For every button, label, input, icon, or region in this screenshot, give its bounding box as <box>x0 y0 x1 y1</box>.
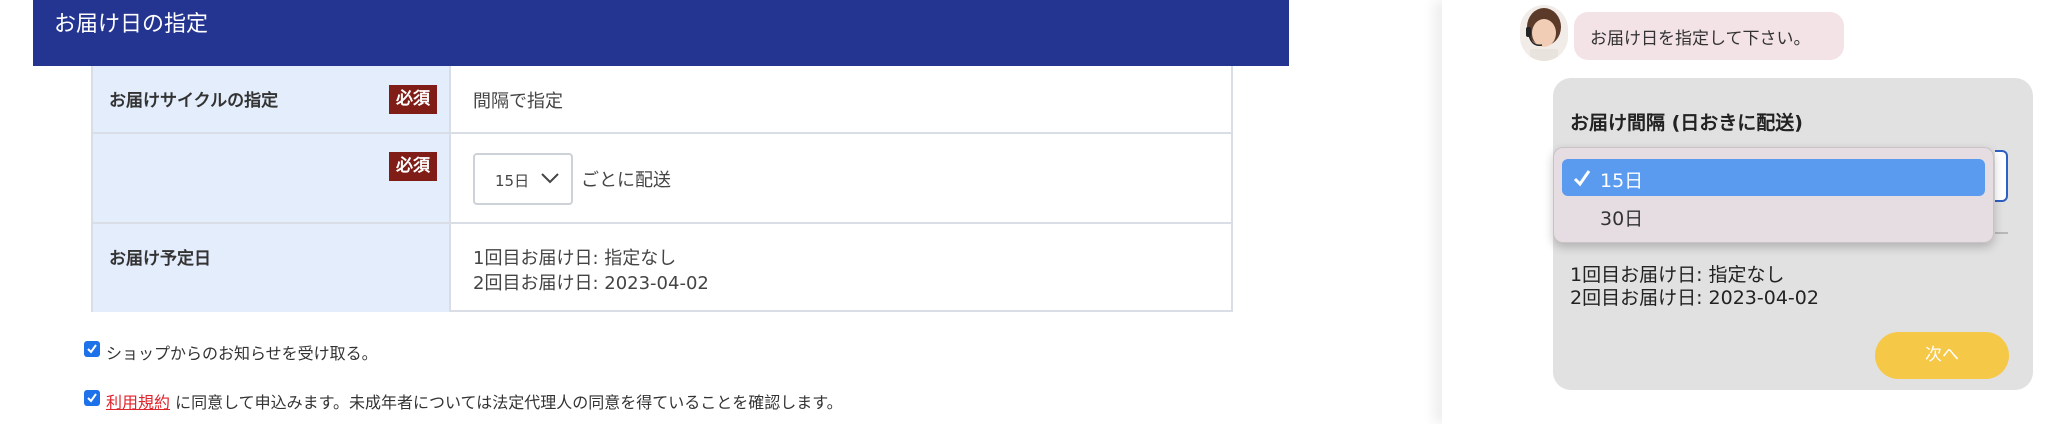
card-schedule-line-2: 2回目お届け日: 2023-04-02 <box>1570 287 1819 309</box>
schedule-label-cell: お届け予定日 <box>93 224 451 312</box>
interval-select-value: 15日 <box>495 172 530 190</box>
terms-line: 利用規約 に同意して申込みます。未成年者については法定代理人の同意を得ていること… <box>106 389 843 413</box>
bot-message-bubble: お届け日を指定して下さい。 <box>1574 12 1844 60</box>
newsletter-checkbox[interactable] <box>84 341 100 357</box>
interval-suffix: ごとに配送 <box>581 170 671 191</box>
schedule-line-1: 1回目お届け日: 指定なし <box>473 248 677 269</box>
interval-label-cell: 必須 <box>93 134 451 222</box>
chevron-down-icon <box>541 173 559 184</box>
schedule-row: お届け予定日 1回目お届け日: 指定なし 2回目お届け日: 2023-04-02 <box>93 224 1231 312</box>
checkbox-checked-icon <box>87 393 97 403</box>
required-badge: 必須 <box>389 152 437 181</box>
cycle-row: お届けサイクルの指定 必須 間隔で指定 <box>93 66 1231 134</box>
cycle-value: 間隔で指定 <box>473 91 563 112</box>
avatar-image <box>1520 5 1568 61</box>
select-underline <box>1995 232 2008 234</box>
schedule-label: お届け予定日 <box>109 249 211 269</box>
checkbox-checked-icon <box>87 344 97 354</box>
dropdown-option-15[interactable]: 15日 <box>1562 159 1985 196</box>
avatar <box>1520 5 1568 61</box>
section-title: お届け日の指定 <box>54 12 209 37</box>
delivery-form-table: お届けサイクルの指定 必須 間隔で指定 必須 15日 ごとに配送 お届け予定日 … <box>91 66 1233 312</box>
terms-text: に同意して申込みます。未成年者については法定代理人の同意を得ていることを確認しま… <box>170 393 843 412</box>
checkmark-icon <box>1573 170 1591 187</box>
option-label: 15日 <box>1600 170 1644 192</box>
cycle-label-cell: お届けサイクルの指定 必須 <box>93 66 451 132</box>
option-label: 30日 <box>1600 208 1644 230</box>
terms-link[interactable]: 利用規約 <box>106 393 170 412</box>
interval-select-edge[interactable] <box>1995 150 2008 202</box>
cycle-label: お届けサイクルの指定 <box>109 91 279 111</box>
section-header: お届け日の指定 <box>33 0 1289 66</box>
interval-card-label: お届け間隔 (日おきに配送) <box>1570 112 1803 134</box>
interval-row: 必須 15日 ごとに配送 <box>93 134 1231 224</box>
terms-checkbox[interactable] <box>84 390 100 406</box>
interval-dropdown[interactable]: 15日 30日 <box>1553 147 1994 243</box>
schedule-line-2: 2回目お届け日: 2023-04-02 <box>473 273 709 294</box>
newsletter-text: ショップからのお知らせを受け取る。 <box>106 344 378 363</box>
dropdown-option-30[interactable]: 30日 <box>1562 197 1985 234</box>
bot-message: お届け日を指定して下さい。 <box>1590 29 1811 49</box>
interval-select[interactable]: 15日 <box>473 153 573 205</box>
required-badge: 必須 <box>389 85 437 114</box>
next-button[interactable]: 次へ <box>1875 332 2009 379</box>
